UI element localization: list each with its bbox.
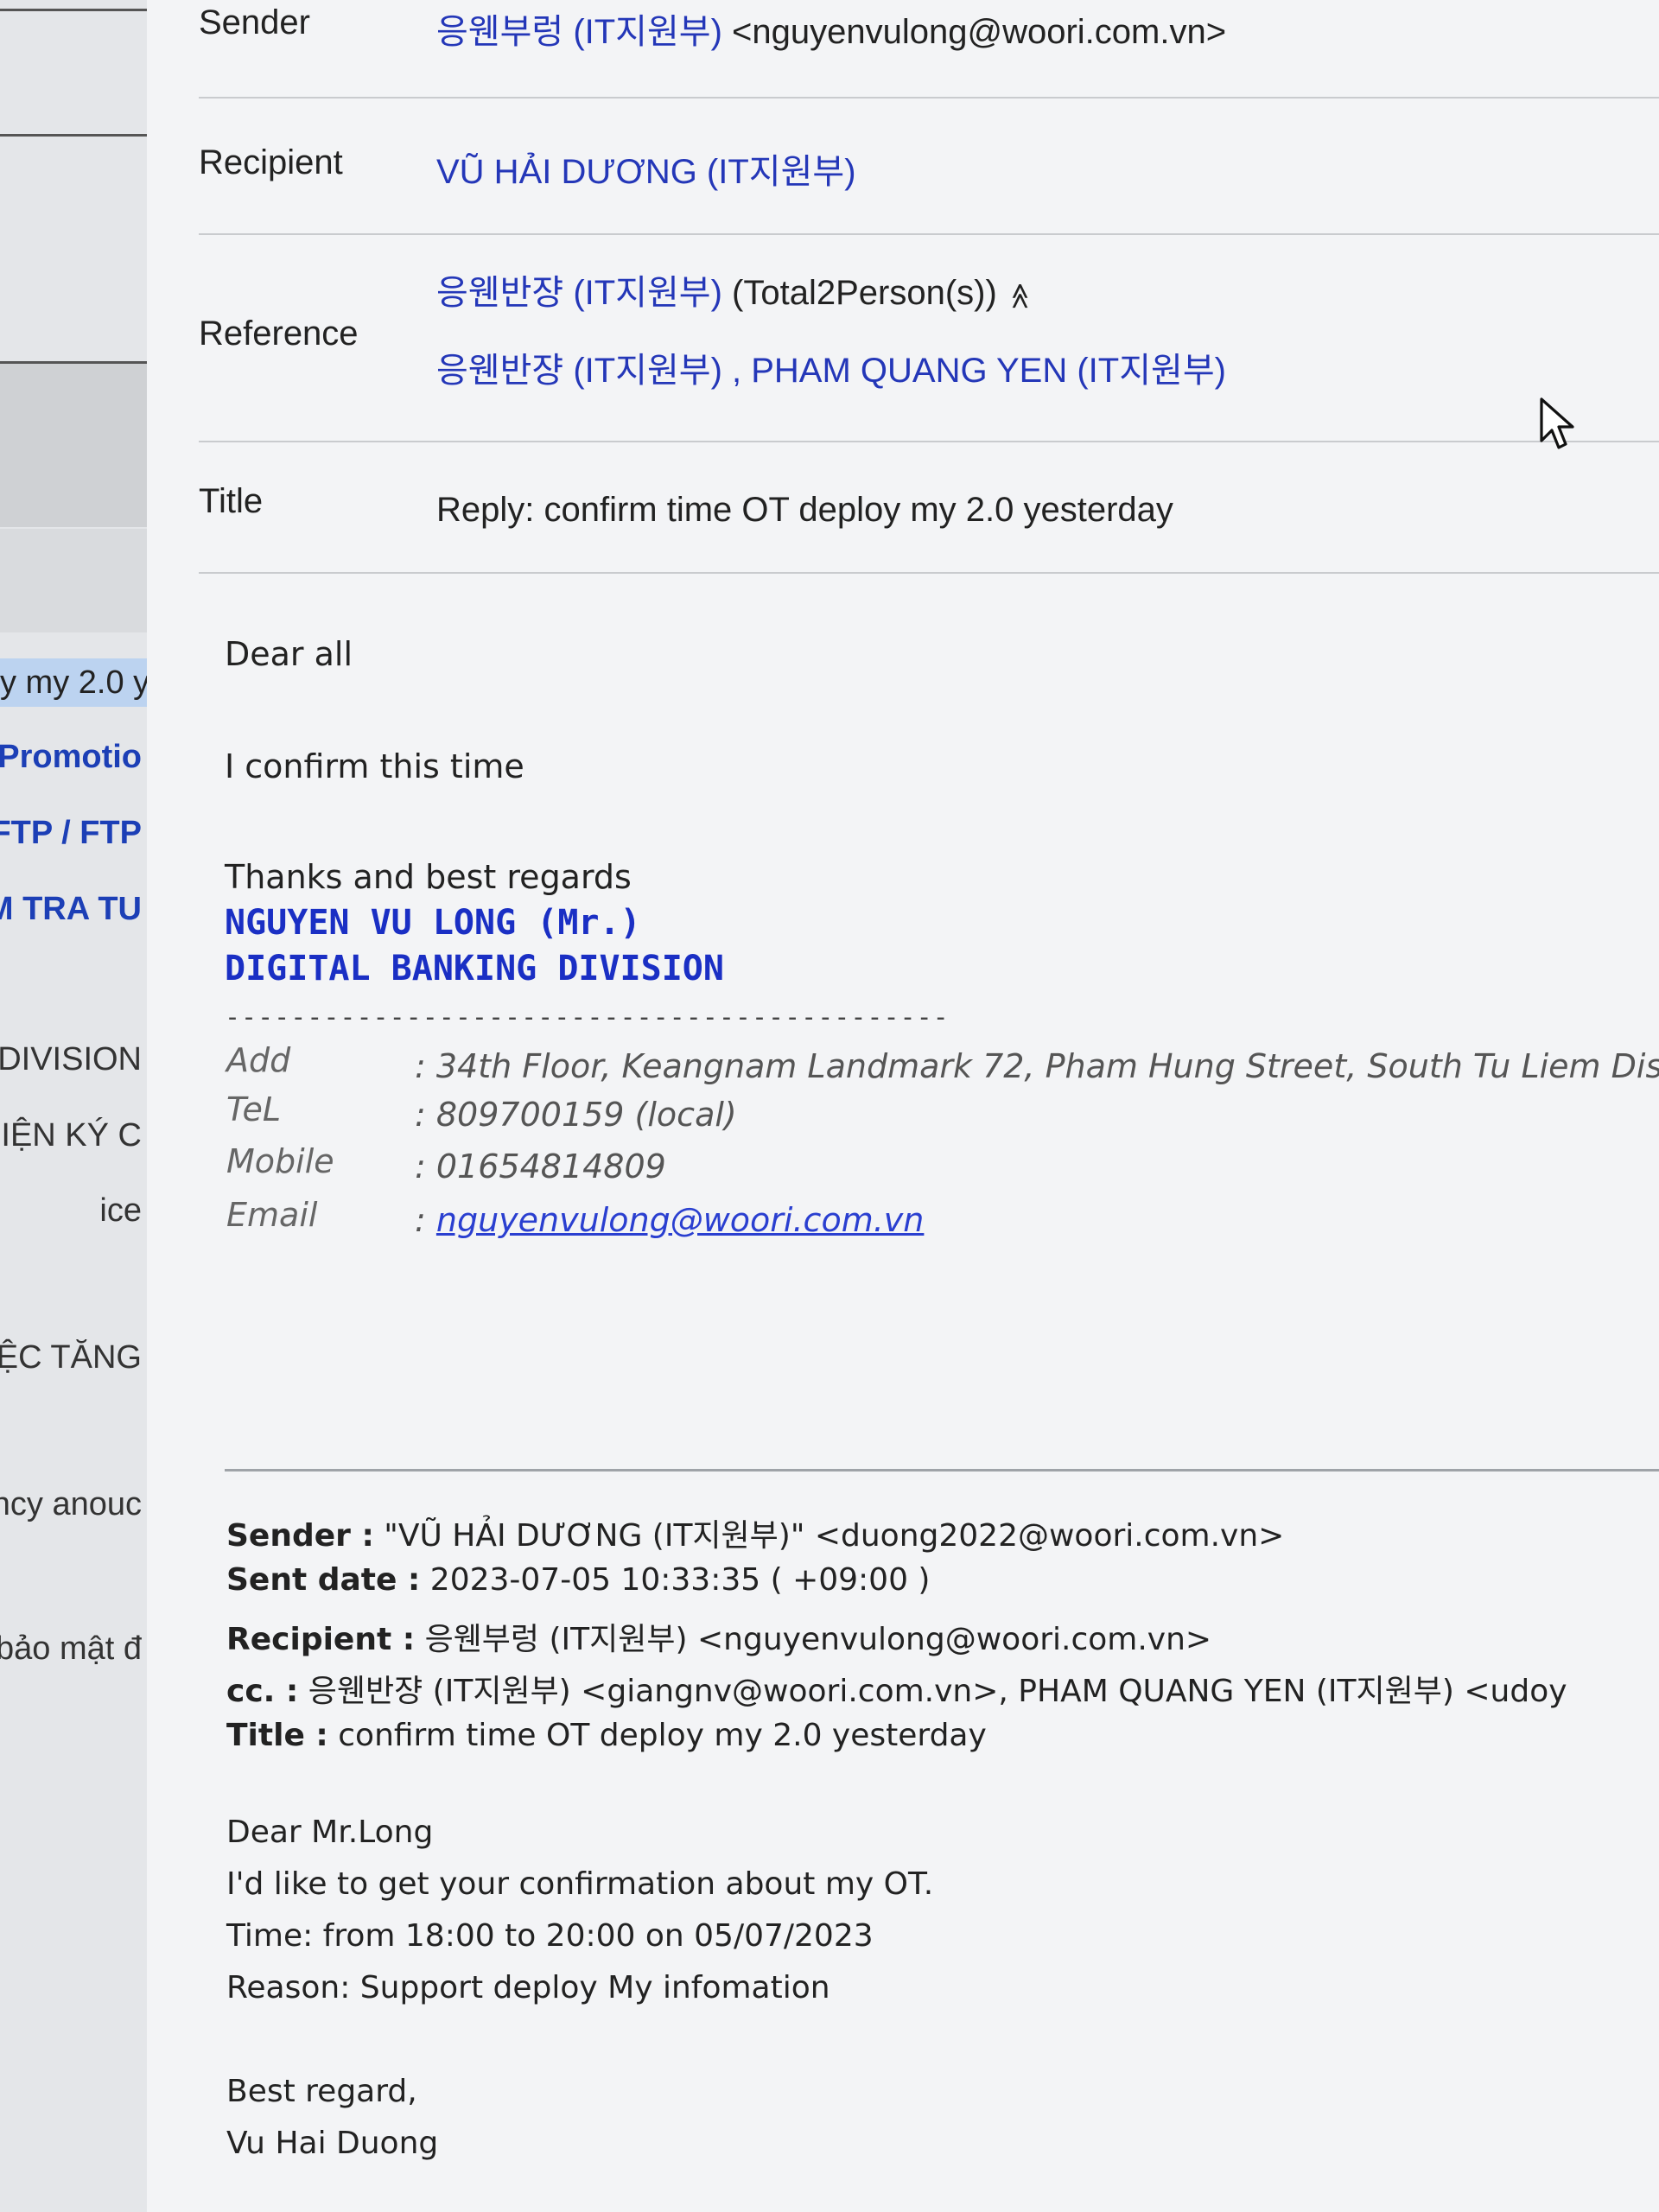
list-item[interactable]: G DIVISION	[0, 1041, 142, 1078]
list-band	[0, 529, 147, 632]
list-divider	[0, 9, 147, 11]
mobile-value: : 01654814809	[415, 1147, 666, 1185]
sender-value[interactable]: 응웬부렁 (IT지원부) <nguyenvulong@woori.com.vn>	[436, 3, 1226, 54]
quoted-title: Title : confirm time OT deploy my 2.0 ye…	[226, 1718, 987, 1753]
closing: Thanks and best regards	[225, 858, 632, 896]
quoted-body-line: Best regard,	[226, 2074, 417, 2109]
quoted-sender-label: Sender :	[226, 1518, 374, 1554]
recipient-label: Recipient	[199, 143, 343, 181]
reference-total: (Total2Person(s))	[732, 274, 997, 312]
collapse-icon[interactable]: ≫	[1005, 283, 1035, 309]
quote-separator	[225, 1469, 1659, 1471]
add-label: Add	[226, 1041, 291, 1079]
reference-row: Reference 응웬반쟝 (IT지원부) (Total2Person(s))…	[199, 235, 1659, 442]
list-item[interactable]: IỆC TĂNG	[0, 1339, 142, 1376]
quoted-cc: cc. : 응웬반쟝 (IT지원부) <giangnv@woori.com.vn…	[226, 1666, 1567, 1711]
list-band	[0, 363, 147, 527]
signature-division: DIGITAL BANKING DIVISION	[225, 949, 724, 988]
list-item[interactable]: ice	[99, 1192, 142, 1230]
quoted-body-line: Dear Mr.Long	[226, 1815, 434, 1850]
mouse-cursor-icon	[1540, 397, 1574, 449]
list-item[interactable]: Promotio	[0, 739, 142, 776]
list-item[interactable]: y my 2.0 y	[0, 658, 147, 707]
tel-value: : 809700159 (local)	[415, 1096, 737, 1134]
quoted-cc-label: cc. :	[226, 1674, 299, 1709]
mail-view: Sender 응웬부렁 (IT지원부) <nguyenvulong@woori.…	[147, 0, 1659, 2212]
email-list-pane: y my 2.0 y Promotio FTP / FTP M TRA TU G…	[0, 0, 149, 2212]
quoted-body-line: Time: from 18:00 to 20:00 on 05/07/2023	[226, 1918, 874, 1954]
quoted-body-line: I'd like to get your confirmation about …	[226, 1866, 934, 1902]
quoted-sent-date: Sent date : 2023-07-05 10:33:35 ( +09:00…	[226, 1562, 930, 1598]
email-link[interactable]: nguyenvulong@woori.com.vn	[436, 1201, 924, 1239]
list-item[interactable]: bảo mật đ	[0, 1630, 142, 1668]
quoted-body-line: Vu Hai Duong	[226, 2126, 439, 2161]
list-item[interactable]: M TRA TU	[0, 891, 142, 928]
email-prefix: :	[415, 1201, 436, 1239]
quoted-recipient-value: 응웬부렁 (IT지원부) <nguyenvulong@woori.com.vn>	[424, 1622, 1212, 1657]
reference-summary[interactable]: 응웬반쟝 (IT지원부) (Total2Person(s)) ≫	[436, 264, 1035, 315]
title-value: Reply: confirm time OT deploy my 2.0 yes…	[436, 491, 1173, 529]
list-item[interactable]: FTP / FTP	[0, 815, 142, 852]
quoted-sent-value: 2023-07-05 10:33:35 ( +09:00 )	[429, 1562, 931, 1598]
reference-list[interactable]: 응웬반쟝 (IT지원부) , PHAM QUANG YEN (IT지원부)	[436, 342, 1226, 392]
tel-label: TeL	[226, 1090, 282, 1128]
list-item[interactable]: HIỆN KÝ C	[0, 1117, 142, 1154]
add-value: : 34th Floor, Keangnam Landmark 72, Pham…	[415, 1047, 1659, 1085]
sender-name[interactable]: 응웬부렁 (IT지원부)	[436, 13, 722, 51]
quoted-body-line: Reason: Support deploy My infomation	[226, 1970, 830, 2005]
title-label: Title	[199, 482, 264, 520]
title-row: Title Reply: confirm time OT deploy my 2…	[199, 442, 1659, 574]
reference-summary-name[interactable]: 응웬반쟝 (IT지원부)	[436, 274, 722, 312]
quoted-recipient: Recipient : 응웬부렁 (IT지원부) <nguyenvulong@w…	[226, 1614, 1211, 1659]
quoted-title-value: confirm time OT deploy my 2.0 yesterday	[338, 1718, 987, 1753]
quoted-title-label: Title :	[226, 1718, 328, 1753]
recipient-row: Recipient VŨ HẢI DƯƠNG (IT지원부)	[199, 99, 1659, 235]
quoted-cc-value: 응웬반쟝 (IT지원부) <giangnv@woori.com.vn>, PHA…	[308, 1674, 1567, 1709]
quoted-sent-label: Sent date :	[226, 1562, 421, 1598]
body-line: I confirm this time	[225, 747, 524, 785]
sender-address[interactable]: <nguyenvulong@woori.com.vn>	[732, 13, 1226, 51]
quoted-sender-value: "VŨ HẢI DƯƠNG (IT지원부)" <duong2022@woori.…	[384, 1518, 1285, 1554]
quoted-recipient-label: Recipient :	[226, 1622, 416, 1657]
sender-row: Sender 응웬부렁 (IT지원부) <nguyenvulong@woori.…	[199, 0, 1659, 99]
email-label: Email	[226, 1196, 318, 1234]
mobile-label: Mobile	[226, 1142, 334, 1180]
signature-name: NGUYEN VU LONG (Mr.)	[225, 903, 641, 943]
reference-label: Reference	[199, 315, 359, 353]
list-item[interactable]: ency anouc	[0, 1486, 142, 1523]
list-divider	[0, 361, 147, 364]
list-divider	[0, 134, 147, 137]
recipient-value[interactable]: VŨ HẢI DƯƠNG (IT지원부)	[436, 143, 856, 194]
greeting: Dear all	[225, 635, 353, 673]
sender-label: Sender	[199, 3, 310, 41]
quoted-sender: Sender : "VŨ HẢI DƯƠNG (IT지원부)" <duong20…	[226, 1510, 1284, 1555]
email-value: : nguyenvulong@woori.com.vn	[415, 1201, 924, 1239]
signature-divider: ----------------------------------------…	[225, 1002, 950, 1033]
